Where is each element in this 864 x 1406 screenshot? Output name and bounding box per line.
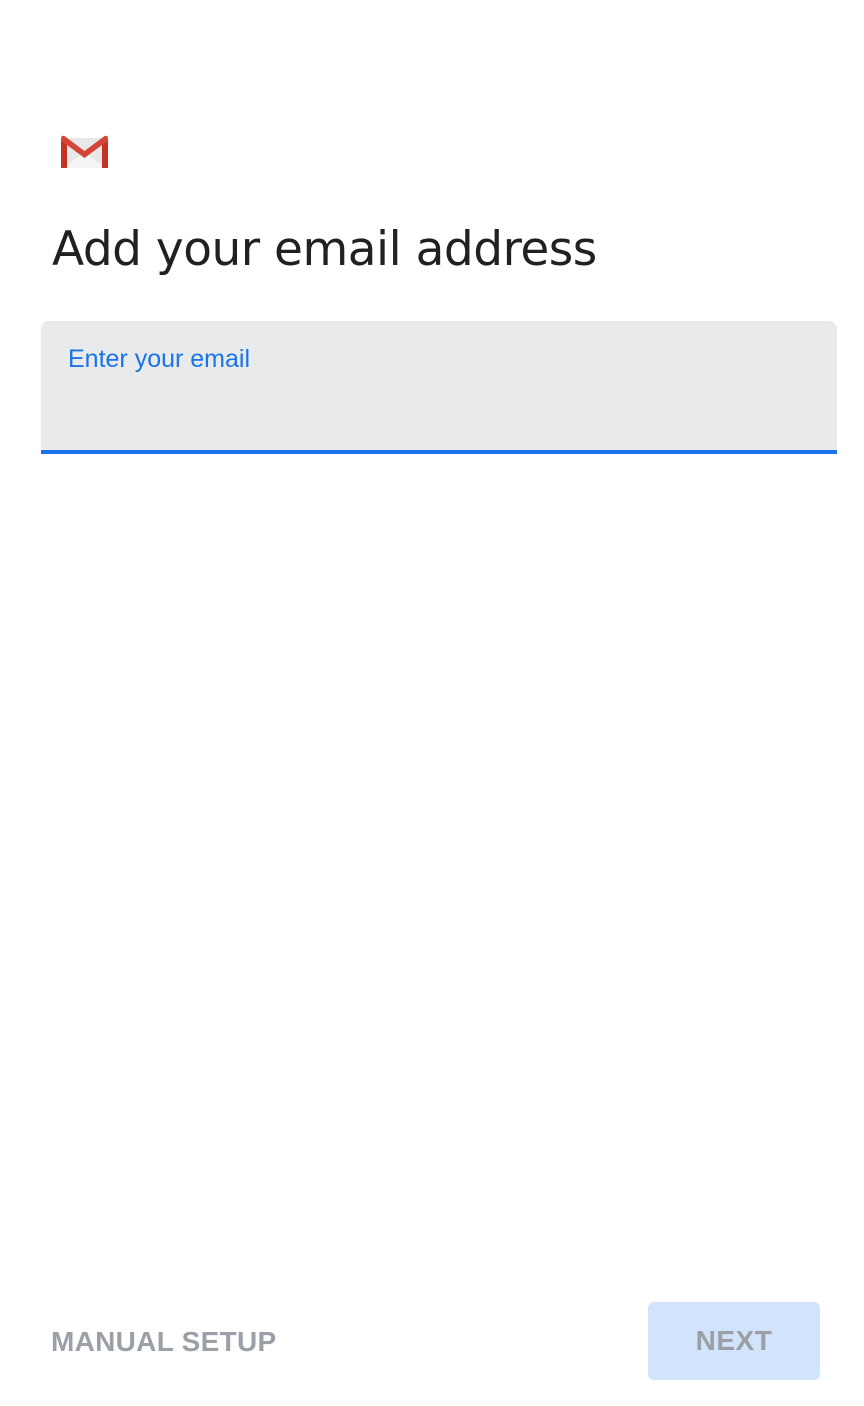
email-field[interactable]: Enter your email (41, 321, 837, 454)
gmail-logo-icon (60, 133, 109, 170)
email-input[interactable] (68, 387, 808, 431)
page-title: Add your email address (52, 222, 597, 277)
manual-setup-button[interactable]: MANUAL SETUP (51, 1322, 277, 1362)
email-field-label: Enter your email (68, 345, 251, 373)
next-button[interactable]: NEXT (648, 1302, 820, 1380)
